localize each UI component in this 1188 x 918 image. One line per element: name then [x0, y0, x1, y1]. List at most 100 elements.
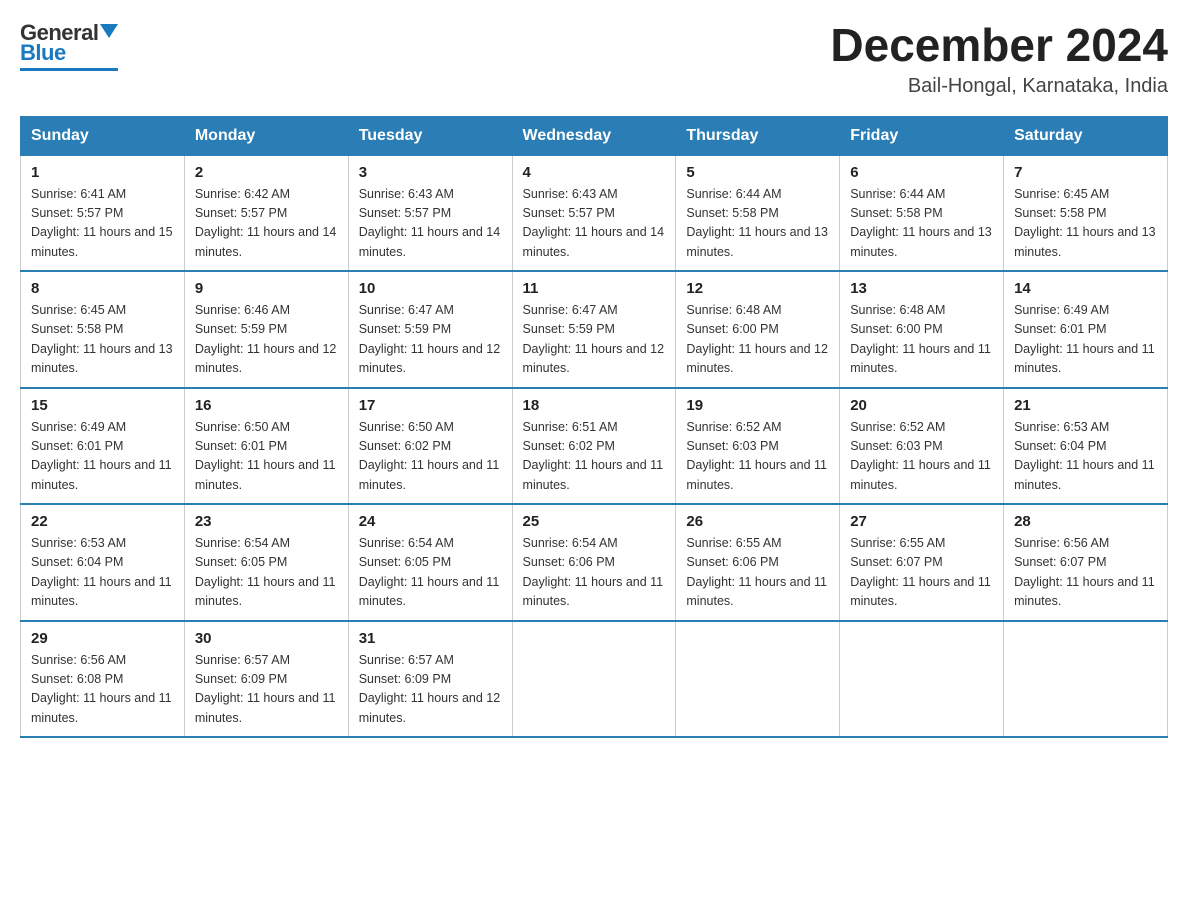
day-info: Sunrise: 6:48 AM Sunset: 6:00 PM Dayligh…	[686, 301, 829, 379]
daylight-label: Daylight: 11 hours and 14 minutes.	[195, 225, 337, 258]
title-section: December 2024 Bail-Hongal, Karnataka, In…	[830, 20, 1168, 98]
sunset-label: Sunset: 5:59 PM	[195, 322, 287, 336]
day-info: Sunrise: 6:46 AM Sunset: 5:59 PM Dayligh…	[195, 301, 338, 379]
sunrise-label: Sunrise: 6:43 AM	[359, 187, 454, 201]
table-row: 15 Sunrise: 6:49 AM Sunset: 6:01 PM Dayl…	[21, 388, 185, 505]
day-info: Sunrise: 6:47 AM Sunset: 5:59 PM Dayligh…	[523, 301, 666, 379]
table-row: 7 Sunrise: 6:45 AM Sunset: 5:58 PM Dayli…	[1004, 155, 1168, 271]
daylight-label: Daylight: 11 hours and 11 minutes.	[1014, 458, 1155, 491]
day-number: 30	[195, 630, 338, 647]
table-row	[840, 621, 1004, 738]
sunset-label: Sunset: 5:57 PM	[195, 206, 287, 220]
sunrise-label: Sunrise: 6:44 AM	[686, 187, 781, 201]
table-row	[1004, 621, 1168, 738]
day-number: 21	[1014, 397, 1157, 414]
col-tuesday: Tuesday	[348, 116, 512, 155]
day-info: Sunrise: 6:45 AM Sunset: 5:58 PM Dayligh…	[1014, 185, 1157, 263]
calendar-week-row: 1 Sunrise: 6:41 AM Sunset: 5:57 PM Dayli…	[21, 155, 1168, 271]
day-info: Sunrise: 6:42 AM Sunset: 5:57 PM Dayligh…	[195, 185, 338, 263]
day-number: 7	[1014, 164, 1157, 181]
day-number: 29	[31, 630, 174, 647]
sunrise-label: Sunrise: 6:52 AM	[850, 420, 945, 434]
sunset-label: Sunset: 6:02 PM	[359, 439, 451, 453]
sunset-label: Sunset: 5:59 PM	[523, 322, 615, 336]
daylight-label: Daylight: 11 hours and 14 minutes.	[523, 225, 665, 258]
daylight-label: Daylight: 11 hours and 11 minutes.	[31, 691, 172, 724]
table-row: 24 Sunrise: 6:54 AM Sunset: 6:05 PM Dayl…	[348, 504, 512, 621]
daylight-label: Daylight: 11 hours and 11 minutes.	[850, 458, 991, 491]
daylight-label: Daylight: 11 hours and 13 minutes.	[31, 342, 173, 375]
table-row: 4 Sunrise: 6:43 AM Sunset: 5:57 PM Dayli…	[512, 155, 676, 271]
daylight-label: Daylight: 11 hours and 13 minutes.	[1014, 225, 1156, 258]
table-row: 12 Sunrise: 6:48 AM Sunset: 6:00 PM Dayl…	[676, 271, 840, 388]
day-number: 20	[850, 397, 993, 414]
day-info: Sunrise: 6:45 AM Sunset: 5:58 PM Dayligh…	[31, 301, 174, 379]
day-info: Sunrise: 6:53 AM Sunset: 6:04 PM Dayligh…	[1014, 418, 1157, 496]
day-number: 11	[523, 280, 666, 297]
location-title: Bail-Hongal, Karnataka, India	[830, 75, 1168, 98]
sunset-label: Sunset: 5:58 PM	[850, 206, 942, 220]
table-row: 29 Sunrise: 6:56 AM Sunset: 6:08 PM Dayl…	[21, 621, 185, 738]
calendar-week-row: 15 Sunrise: 6:49 AM Sunset: 6:01 PM Dayl…	[21, 388, 1168, 505]
sunrise-label: Sunrise: 6:47 AM	[523, 303, 618, 317]
table-row: 1 Sunrise: 6:41 AM Sunset: 5:57 PM Dayli…	[21, 155, 185, 271]
day-info: Sunrise: 6:52 AM Sunset: 6:03 PM Dayligh…	[850, 418, 993, 496]
sunrise-label: Sunrise: 6:48 AM	[850, 303, 945, 317]
day-number: 24	[359, 513, 502, 530]
sunrise-label: Sunrise: 6:46 AM	[195, 303, 290, 317]
table-row: 11 Sunrise: 6:47 AM Sunset: 5:59 PM Dayl…	[512, 271, 676, 388]
table-row: 18 Sunrise: 6:51 AM Sunset: 6:02 PM Dayl…	[512, 388, 676, 505]
daylight-label: Daylight: 11 hours and 11 minutes.	[850, 575, 991, 608]
day-number: 12	[686, 280, 829, 297]
col-saturday: Saturday	[1004, 116, 1168, 155]
day-number: 13	[850, 280, 993, 297]
sunrise-label: Sunrise: 6:53 AM	[1014, 420, 1109, 434]
day-number: 4	[523, 164, 666, 181]
table-row: 14 Sunrise: 6:49 AM Sunset: 6:01 PM Dayl…	[1004, 271, 1168, 388]
day-number: 25	[523, 513, 666, 530]
day-number: 16	[195, 397, 338, 414]
daylight-label: Daylight: 11 hours and 13 minutes.	[686, 225, 828, 258]
sunrise-label: Sunrise: 6:42 AM	[195, 187, 290, 201]
sunrise-label: Sunrise: 6:57 AM	[359, 653, 454, 667]
day-info: Sunrise: 6:57 AM Sunset: 6:09 PM Dayligh…	[359, 651, 502, 729]
table-row: 23 Sunrise: 6:54 AM Sunset: 6:05 PM Dayl…	[184, 504, 348, 621]
day-info: Sunrise: 6:53 AM Sunset: 6:04 PM Dayligh…	[31, 534, 174, 612]
table-row	[676, 621, 840, 738]
sunset-label: Sunset: 6:02 PM	[523, 439, 615, 453]
table-row: 16 Sunrise: 6:50 AM Sunset: 6:01 PM Dayl…	[184, 388, 348, 505]
sunset-label: Sunset: 5:58 PM	[1014, 206, 1106, 220]
table-row: 31 Sunrise: 6:57 AM Sunset: 6:09 PM Dayl…	[348, 621, 512, 738]
sunrise-label: Sunrise: 6:50 AM	[195, 420, 290, 434]
sunset-label: Sunset: 5:57 PM	[31, 206, 123, 220]
day-number: 28	[1014, 513, 1157, 530]
sunrise-label: Sunrise: 6:57 AM	[195, 653, 290, 667]
day-info: Sunrise: 6:52 AM Sunset: 6:03 PM Dayligh…	[686, 418, 829, 496]
sunrise-label: Sunrise: 6:45 AM	[31, 303, 126, 317]
table-row: 13 Sunrise: 6:48 AM Sunset: 6:00 PM Dayl…	[840, 271, 1004, 388]
col-monday: Monday	[184, 116, 348, 155]
day-number: 2	[195, 164, 338, 181]
calendar-table: Sunday Monday Tuesday Wednesday Thursday…	[20, 116, 1168, 739]
day-info: Sunrise: 6:49 AM Sunset: 6:01 PM Dayligh…	[1014, 301, 1157, 379]
day-number: 31	[359, 630, 502, 647]
day-number: 10	[359, 280, 502, 297]
day-number: 26	[686, 513, 829, 530]
sunrise-label: Sunrise: 6:56 AM	[1014, 536, 1109, 550]
month-title: December 2024	[830, 20, 1168, 71]
calendar-week-row: 22 Sunrise: 6:53 AM Sunset: 6:04 PM Dayl…	[21, 504, 1168, 621]
day-info: Sunrise: 6:50 AM Sunset: 6:02 PM Dayligh…	[359, 418, 502, 496]
logo-blue-text: Blue	[20, 40, 66, 66]
day-number: 9	[195, 280, 338, 297]
day-info: Sunrise: 6:43 AM Sunset: 5:57 PM Dayligh…	[359, 185, 502, 263]
sunset-label: Sunset: 6:03 PM	[686, 439, 778, 453]
day-number: 5	[686, 164, 829, 181]
daylight-label: Daylight: 11 hours and 11 minutes.	[195, 458, 336, 491]
sunset-label: Sunset: 6:08 PM	[31, 672, 123, 686]
sunrise-label: Sunrise: 6:54 AM	[195, 536, 290, 550]
logo-underline	[20, 68, 118, 71]
col-thursday: Thursday	[676, 116, 840, 155]
table-row: 5 Sunrise: 6:44 AM Sunset: 5:58 PM Dayli…	[676, 155, 840, 271]
day-info: Sunrise: 6:54 AM Sunset: 6:05 PM Dayligh…	[195, 534, 338, 612]
day-number: 8	[31, 280, 174, 297]
